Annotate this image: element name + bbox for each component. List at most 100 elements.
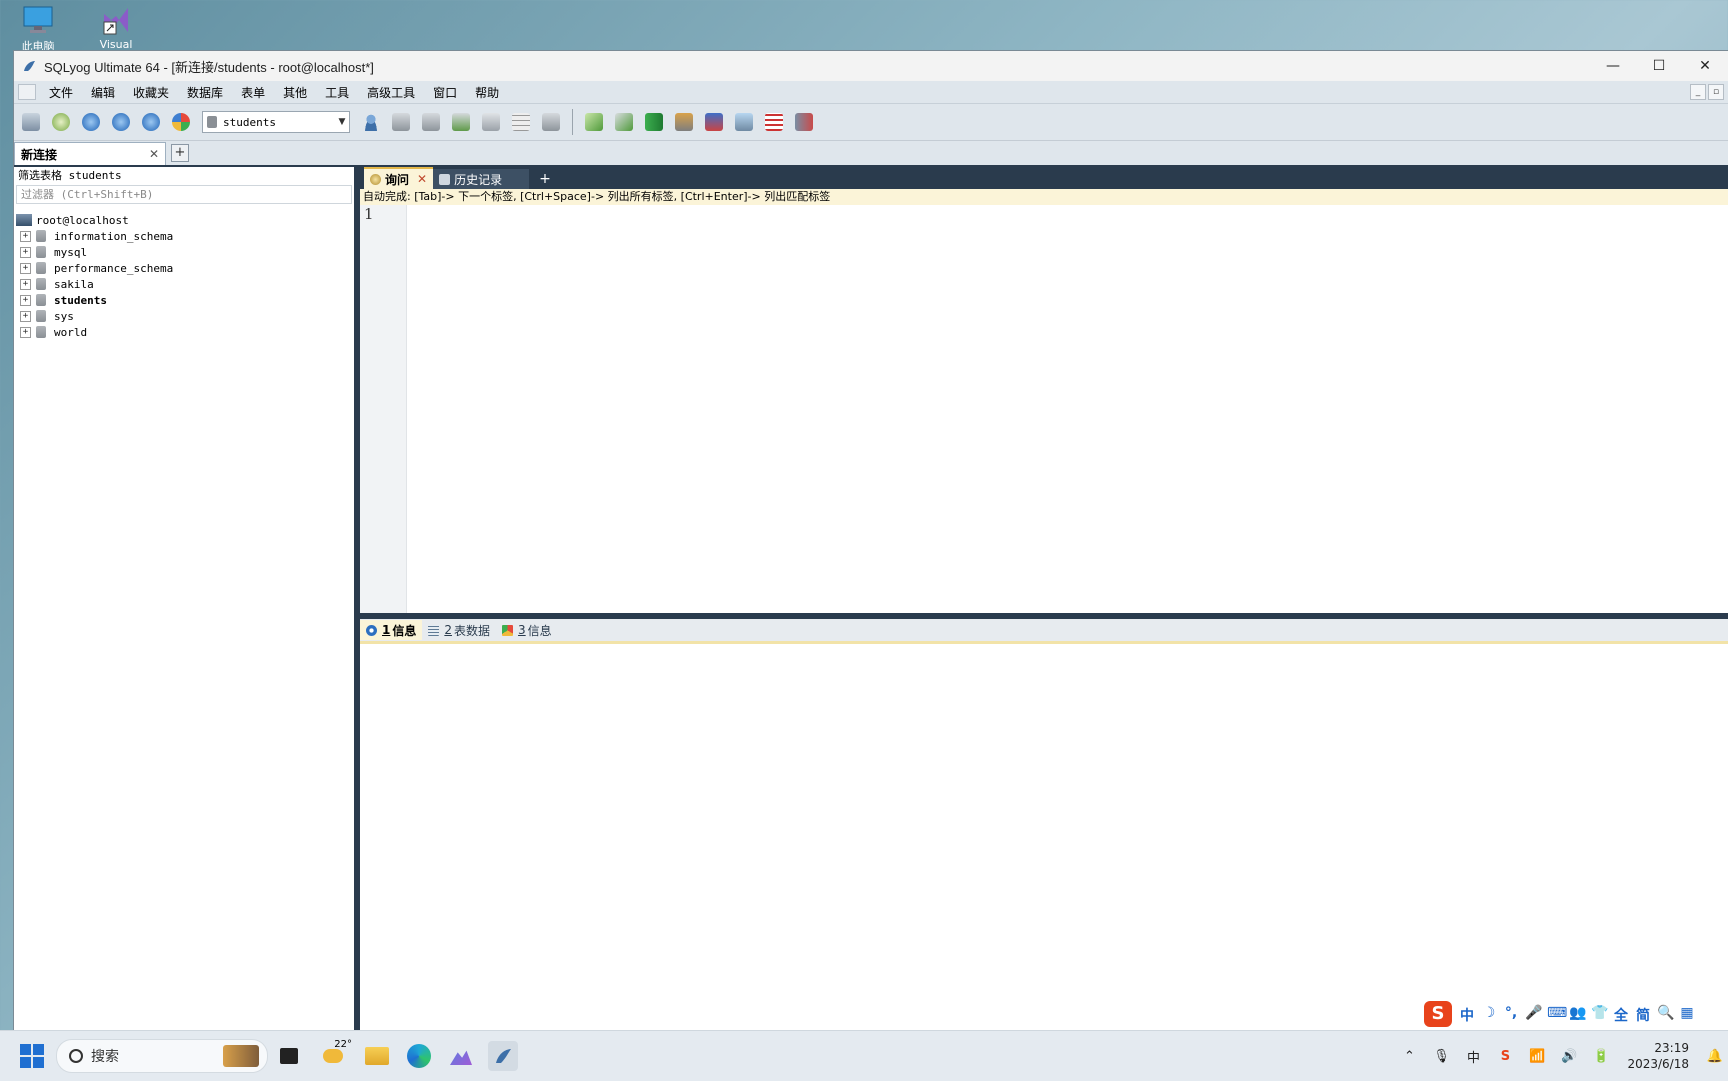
- skin-icon[interactable]: 👕: [1591, 1005, 1608, 1023]
- window-titlebar[interactable]: SQLyog Ultimate 64 - [新连接/students - roo…: [14, 51, 1728, 81]
- clock-time: 23:19: [1654, 1041, 1689, 1055]
- menu-help[interactable]: 帮助: [466, 84, 508, 101]
- database-selector[interactable]: students ▼: [202, 111, 350, 133]
- expand-icon[interactable]: +: [20, 278, 31, 290]
- close-button[interactable]: ✕: [1682, 51, 1728, 81]
- tree-node-sys[interactable]: + sys: [14, 308, 354, 324]
- tree-root-node[interactable]: root@localhost: [14, 212, 354, 228]
- schema-designer-button[interactable]: [169, 110, 193, 134]
- menu-favorites[interactable]: 收藏夹: [124, 84, 178, 101]
- connection-tab[interactable]: 新连接 ✕: [14, 142, 166, 165]
- taskbar-search[interactable]: 搜索: [56, 1039, 268, 1073]
- expand-icon[interactable]: +: [20, 262, 31, 274]
- history-icon: [439, 173, 451, 185]
- compare-button[interactable]: [642, 110, 666, 134]
- tree-node-performance-schema[interactable]: + performance_schema: [14, 260, 354, 276]
- expand-icon[interactable]: +: [20, 230, 31, 242]
- menu-advanced-tools[interactable]: 高级工具: [358, 84, 424, 101]
- import-button[interactable]: [449, 110, 473, 134]
- close-icon[interactable]: ✕: [417, 172, 427, 186]
- menu-edit[interactable]: 编辑: [82, 84, 124, 101]
- menu-table[interactable]: 表单: [232, 84, 274, 101]
- mdi-minimize-button[interactable]: _: [1690, 84, 1706, 100]
- filter-input[interactable]: 过滤器 (Ctrl+Shift+B): [16, 185, 352, 204]
- mdi-restore-button[interactable]: ▫: [1708, 84, 1724, 100]
- image-button[interactable]: [732, 110, 756, 134]
- edge-browser-icon[interactable]: [404, 1041, 434, 1071]
- scheduler-button[interactable]: [762, 110, 786, 134]
- execute-query-button[interactable]: [79, 110, 103, 134]
- tab-table-data[interactable]: 2 表数据: [422, 620, 496, 640]
- create-database-button[interactable]: [389, 110, 413, 134]
- table-data-button[interactable]: [509, 110, 533, 134]
- backup-button[interactable]: [479, 110, 503, 134]
- minimize-button[interactable]: —: [1590, 51, 1636, 81]
- chevron-up-icon[interactable]: ⌃: [1400, 1047, 1418, 1065]
- expand-icon[interactable]: +: [20, 326, 31, 338]
- tab-query[interactable]: 询问 ✕: [364, 167, 434, 189]
- tree-node-mysql[interactable]: + mysql: [14, 244, 354, 260]
- copy-table-button[interactable]: [539, 110, 563, 134]
- tree-node-sakila[interactable]: + sakila: [14, 276, 354, 292]
- query-builder-button[interactable]: [702, 110, 726, 134]
- system-clock[interactable]: 23:19 2023/6/18: [1627, 1040, 1689, 1072]
- tab-info[interactable]: 3 信息: [496, 620, 558, 640]
- expand-icon[interactable]: +: [20, 310, 31, 322]
- new-query-button[interactable]: [49, 110, 73, 134]
- migration-button[interactable]: [672, 110, 696, 134]
- full-width-icon[interactable]: 全: [1613, 1005, 1629, 1024]
- sqlyog-taskbar-icon[interactable]: [488, 1041, 518, 1071]
- desktop-icon-visual-studio[interactable]: Visual: [86, 4, 146, 51]
- windows-start-icon[interactable]: [20, 1044, 44, 1068]
- grid-menu-icon[interactable]: ▦: [1679, 1005, 1695, 1023]
- menu-database[interactable]: 数据库: [178, 84, 232, 101]
- sql-editor[interactable]: 1: [360, 205, 1728, 613]
- new-connection-button[interactable]: [19, 110, 43, 134]
- battery-icon[interactable]: 🔋: [1592, 1047, 1610, 1065]
- wifi-icon[interactable]: 📶: [1528, 1047, 1546, 1065]
- moon-icon[interactable]: ☽: [1481, 1005, 1497, 1023]
- close-icon[interactable]: ✕: [149, 147, 165, 161]
- file-explorer-icon[interactable]: [362, 1041, 392, 1071]
- maximize-button[interactable]: ☐: [1636, 51, 1682, 81]
- copy-icon: [542, 113, 560, 131]
- menu-file[interactable]: 文件: [40, 84, 82, 101]
- create-table-button[interactable]: [419, 110, 443, 134]
- tree-node-world[interactable]: + world: [14, 324, 354, 340]
- user-manager-button[interactable]: [359, 110, 383, 134]
- keyboard-icon[interactable]: ⌨: [1547, 1005, 1567, 1023]
- menu-window[interactable]: 窗口: [424, 84, 466, 101]
- tab-messages[interactable]: 1 信息: [360, 620, 423, 640]
- photos-app-icon[interactable]: [446, 1041, 476, 1071]
- ime-chinese-mode[interactable]: 中: [1459, 1005, 1475, 1024]
- execute-all-button[interactable]: [109, 110, 133, 134]
- volume-icon[interactable]: 🔊: [1560, 1047, 1578, 1065]
- users-icon[interactable]: 👥: [1569, 1005, 1586, 1023]
- add-query-tab-button[interactable]: +: [539, 171, 551, 187]
- desktop-icon-this-pc[interactable]: 此电脑: [8, 4, 68, 54]
- ime-tray-icon[interactable]: 中: [1464, 1047, 1482, 1066]
- notification-icon[interactable]: 🔔: [1706, 1047, 1724, 1065]
- tree-node-information-schema[interactable]: + information_schema: [14, 228, 354, 244]
- data-sync-button[interactable]: [612, 110, 636, 134]
- structure-button[interactable]: [792, 110, 816, 134]
- weather-widget[interactable]: 22°: [316, 1039, 352, 1071]
- tree-node-students[interactable]: + students: [14, 292, 354, 308]
- menu-tools[interactable]: 工具: [316, 84, 358, 101]
- expand-icon[interactable]: +: [20, 294, 31, 306]
- schema-sync-button[interactable]: [582, 110, 606, 134]
- sogou-tray-icon[interactable]: S: [1496, 1047, 1514, 1065]
- menu-other[interactable]: 其他: [274, 84, 316, 101]
- refresh-button[interactable]: [139, 110, 163, 134]
- expand-icon[interactable]: +: [20, 246, 31, 258]
- punctuation-icon[interactable]: °,: [1503, 1005, 1519, 1023]
- add-connection-tab-button[interactable]: +: [171, 144, 189, 162]
- microphone-icon[interactable]: 🎤: [1525, 1005, 1542, 1023]
- mdi-system-menu-icon[interactable]: [18, 84, 36, 100]
- sogou-logo-icon[interactable]: S: [1424, 1001, 1452, 1027]
- tab-history[interactable]: 历史记录: [433, 169, 530, 189]
- task-view-icon[interactable]: [274, 1041, 304, 1071]
- search-icon[interactable]: 🔍: [1657, 1005, 1674, 1023]
- microphone-icon[interactable]: 🎙: [1432, 1047, 1450, 1065]
- simplified-icon[interactable]: 简: [1635, 1005, 1651, 1024]
